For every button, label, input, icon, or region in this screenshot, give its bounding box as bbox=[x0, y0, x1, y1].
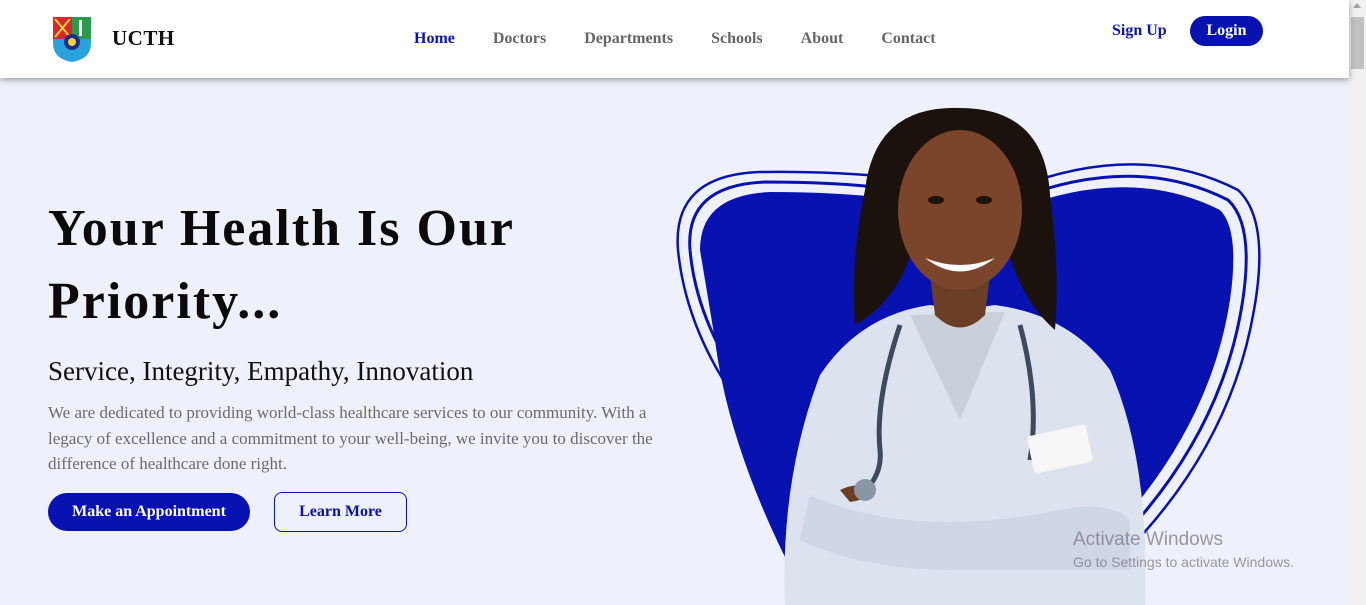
brand-name[interactable]: UCTH bbox=[112, 26, 175, 51]
nav-home[interactable]: Home bbox=[414, 30, 455, 48]
main-nav: Home Doctors Departments Schools About C… bbox=[414, 30, 974, 48]
nav-contact[interactable]: Contact bbox=[881, 30, 935, 48]
make-appointment-button[interactable]: Make an Appointment bbox=[48, 493, 250, 531]
scroll-up-arrow-icon[interactable] bbox=[1353, 3, 1361, 8]
nav-doctors[interactable]: Doctors bbox=[493, 30, 546, 48]
watermark-title: Activate Windows bbox=[1073, 529, 1223, 550]
nav-departments[interactable]: Departments bbox=[584, 30, 673, 48]
windows-activation-watermark: Activate Windows Go to Settings to activ… bbox=[1073, 529, 1294, 570]
scroll-thumb[interactable] bbox=[1351, 17, 1364, 69]
hero-subtitle: Service, Integrity, Empathy, Innovation bbox=[48, 356, 474, 386]
nav-schools[interactable]: Schools bbox=[711, 30, 763, 48]
hero-title: Your Health Is Our Priority... bbox=[48, 200, 515, 330]
sign-up-link[interactable]: Sign Up bbox=[1112, 22, 1167, 40]
navbar: UCTH Home Doctors Departments Schools Ab… bbox=[0, 0, 1349, 78]
hero-description: We are dedicated to providing world-clas… bbox=[48, 403, 653, 473]
login-button[interactable]: Login bbox=[1190, 16, 1263, 46]
crest-logo-icon[interactable] bbox=[51, 15, 93, 63]
nav-about[interactable]: About bbox=[801, 30, 844, 48]
watermark-subtitle: Go to Settings to activate Windows. bbox=[1073, 554, 1294, 570]
page-scrollbar[interactable] bbox=[1349, 0, 1366, 605]
learn-more-button[interactable]: Learn More bbox=[274, 492, 407, 532]
